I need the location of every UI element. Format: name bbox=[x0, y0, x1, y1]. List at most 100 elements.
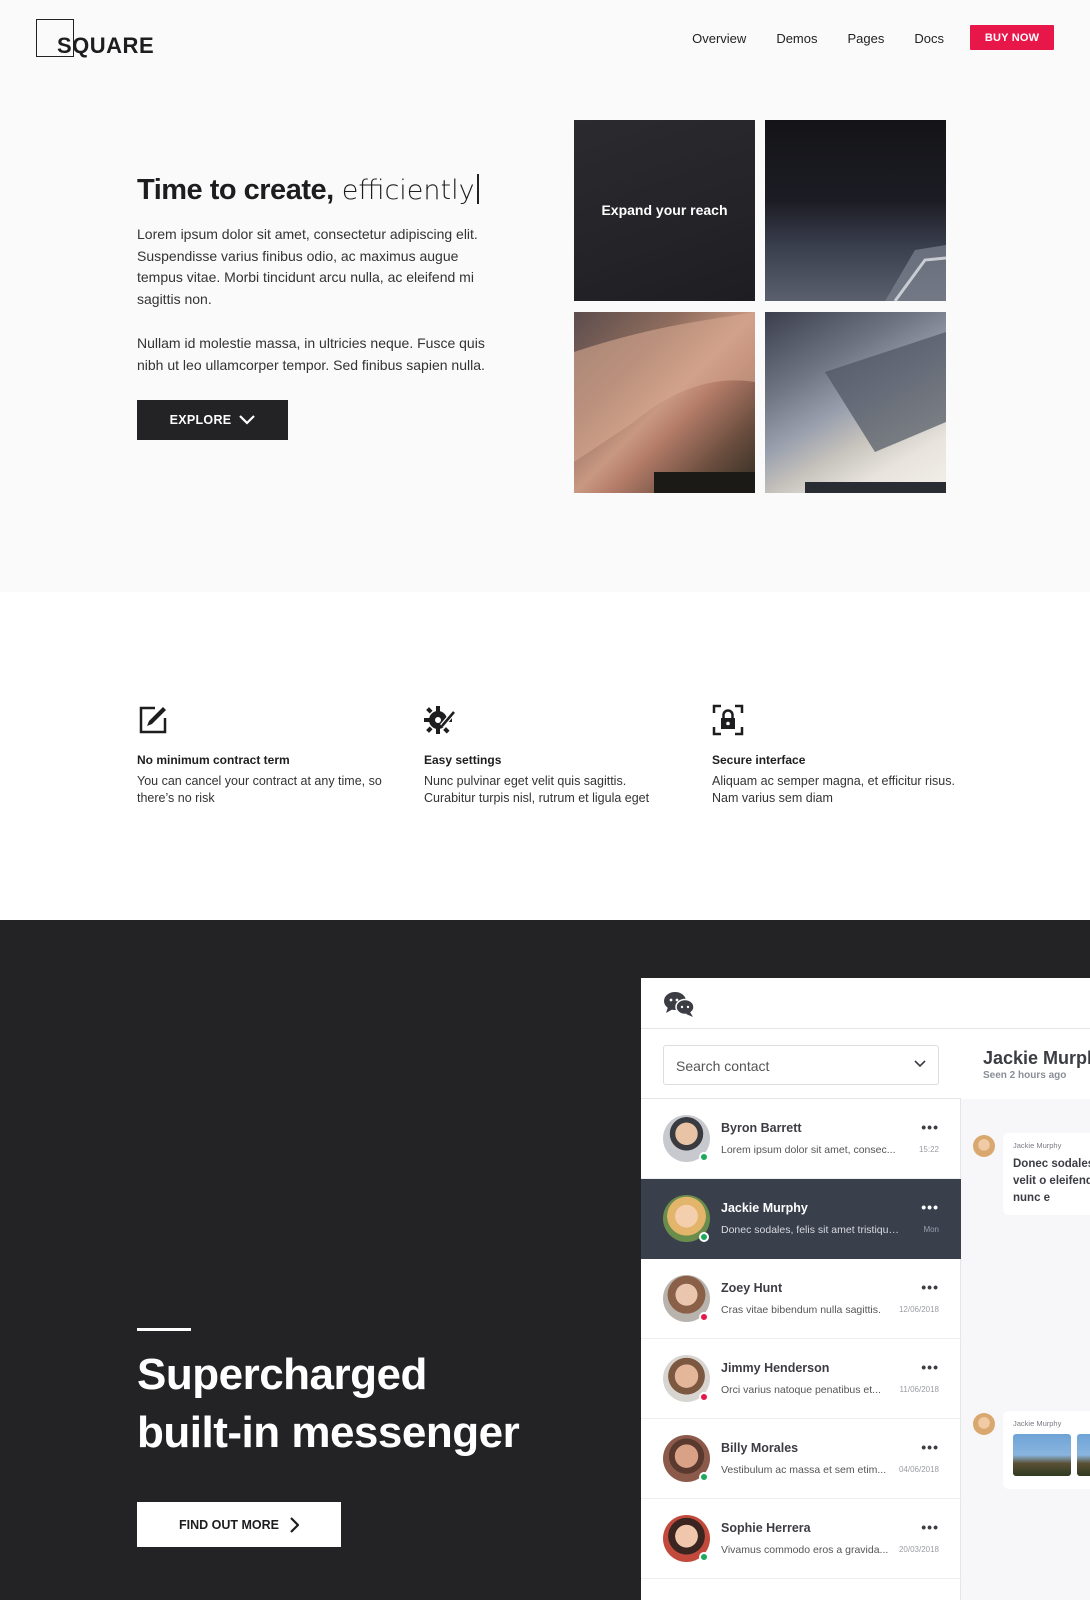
messenger-section-title: Supercharged built-in messenger bbox=[137, 1346, 597, 1462]
contact-name: Zoey Hunt bbox=[721, 1281, 783, 1295]
contact-preview: Orci varius natoque penatibus et... bbox=[721, 1384, 881, 1396]
chevron-down-icon bbox=[914, 1060, 926, 1068]
site-header: SQUARE Overview Demos Pages Docs BUY NOW bbox=[0, 0, 1090, 80]
contact-preview: Lorem ipsum dolor sit amet, consec... bbox=[721, 1144, 896, 1156]
more-options-icon[interactable]: ••• bbox=[921, 1439, 939, 1455]
chat-bubbles-icon bbox=[664, 992, 695, 1017]
feature-title: Secure interface bbox=[712, 753, 806, 767]
hero-title: Time to create, efficiently bbox=[137, 174, 479, 207]
contact-name: Jimmy Henderson bbox=[721, 1361, 830, 1375]
tile-caption: Expand your reach bbox=[601, 202, 728, 218]
main-nav: Overview Demos Pages Docs bbox=[692, 24, 944, 52]
more-options-icon[interactable]: ••• bbox=[921, 1359, 939, 1375]
find-out-more-button[interactable]: FIND OUT MORE bbox=[137, 1502, 341, 1547]
avatar bbox=[973, 1135, 995, 1157]
online-status-dot bbox=[699, 1552, 709, 1562]
search-placeholder: Search contact bbox=[676, 1058, 770, 1074]
chat-area: Jackie Murphy Donec sodales, velit o ele… bbox=[961, 1099, 1090, 1600]
active-chat-status: Seen 2 hours ago bbox=[983, 1070, 1067, 1081]
edit-icon bbox=[139, 706, 167, 734]
hero-tile-caption: Expand your reach bbox=[574, 120, 755, 301]
explore-button[interactable]: EXPLORE bbox=[137, 400, 288, 440]
hero-image-laptop-keyboard bbox=[765, 312, 946, 493]
messenger-section: Supercharged built-in messenger FIND OUT… bbox=[0, 920, 1090, 1600]
secure-lock-icon bbox=[712, 704, 744, 736]
contact-jimmy-henderson[interactable]: Jimmy Henderson Orci varius natoque pena… bbox=[641, 1339, 961, 1419]
contact-time: 11/06/2018 bbox=[899, 1385, 939, 1394]
search-contact-input[interactable]: Search contact bbox=[663, 1045, 939, 1085]
hero-image-laptop-dark bbox=[765, 120, 946, 301]
contact-name: Byron Barrett bbox=[721, 1121, 802, 1135]
feature-text: Nunc pulvinar eget velit quis sagittis. … bbox=[424, 774, 650, 805]
more-options-icon[interactable]: ••• bbox=[921, 1279, 939, 1295]
message-sender: Jackie Murphy bbox=[1013, 1141, 1062, 1150]
contact-jackie-murphy[interactable]: Jackie Murphy Donec sodales, felis sit a… bbox=[641, 1179, 961, 1259]
hero-paragraph-2: Nullam id molestie massa, in ultricies n… bbox=[137, 335, 485, 373]
contact-preview: Vivamus commodo eros a gravida... bbox=[721, 1544, 889, 1556]
contact-time: 04/06/2018 bbox=[898, 1465, 939, 1474]
contact-preview: Donec sodales, felis sit amet tristique.… bbox=[721, 1224, 899, 1236]
active-chat-header: Jackie Murphy Seen 2 hours ago bbox=[983, 1048, 1090, 1081]
avatar bbox=[973, 1413, 995, 1435]
offline-status-dot bbox=[699, 1392, 709, 1402]
hero-image-hand bbox=[574, 312, 755, 493]
contact-sophie-herrera[interactable]: Sophie Herrera Vivamus commodo eros a gr… bbox=[641, 1499, 961, 1579]
feature-title: No minimum contract term bbox=[137, 753, 290, 767]
message-bubble: Jackie Murphy Donec sodales, velit o ele… bbox=[1003, 1133, 1090, 1215]
feature-secure-interface: Secure interface Aliquam ac semper magna… bbox=[712, 704, 962, 807]
online-status-dot bbox=[699, 1152, 709, 1162]
active-chat-name: Jackie Murphy bbox=[983, 1048, 1090, 1068]
nav-pages[interactable]: Pages bbox=[848, 31, 885, 46]
chevron-down-icon bbox=[239, 415, 256, 425]
feature-text: Aliquam ac semper magna, et efficitur ri… bbox=[712, 774, 955, 805]
text-caret bbox=[476, 174, 479, 204]
contact-time: Mon bbox=[923, 1225, 939, 1234]
contact-name: Sophie Herrera bbox=[721, 1521, 811, 1535]
title-line-2: built-in messenger bbox=[137, 1408, 520, 1457]
feature-title: Easy settings bbox=[424, 753, 502, 767]
contact-preview: Cras vitae bibendum nulla sagittis. bbox=[721, 1304, 881, 1316]
contact-time: 15:22 bbox=[918, 1145, 939, 1154]
contact-zoey-hunt[interactable]: Zoey Hunt Cras vitae bibendum nulla sagi… bbox=[641, 1259, 961, 1339]
nav-demos[interactable]: Demos bbox=[776, 31, 817, 46]
offline-status-dot bbox=[699, 1312, 709, 1322]
buy-now-button[interactable]: BUY NOW bbox=[970, 25, 1054, 50]
more-options-icon[interactable]: ••• bbox=[921, 1519, 939, 1535]
settings-icon bbox=[424, 706, 456, 734]
keyboard-photo bbox=[805, 332, 946, 493]
feature-easy-settings: Easy settings Nunc pulvinar eget velit q… bbox=[424, 704, 674, 807]
messenger-preview: Search contact Jackie Murphy Seen 2 hour… bbox=[641, 978, 1090, 1600]
more-options-icon[interactable]: ••• bbox=[921, 1199, 939, 1215]
contact-name: Billy Morales bbox=[721, 1441, 799, 1455]
contact-byron-barrett[interactable]: Byron Barrett Lorem ipsum dolor sit amet… bbox=[641, 1099, 961, 1179]
chevron-right-icon bbox=[290, 1516, 299, 1533]
nav-overview[interactable]: Overview bbox=[692, 31, 746, 46]
image-attachment[interactable] bbox=[1077, 1434, 1090, 1476]
message-text: Donec sodales, velit o eleifend nunc e bbox=[1013, 1158, 1090, 1204]
contact-time: 20/03/2018 bbox=[898, 1545, 939, 1554]
online-status-dot bbox=[699, 1232, 709, 1242]
hand-photo bbox=[574, 312, 755, 493]
hero-paragraph-1: Lorem ipsum dolor sit amet, consectetur … bbox=[137, 226, 478, 307]
features-section: No minimum contract term You can cancel … bbox=[0, 592, 1090, 920]
contact-time: 12/06/2018 bbox=[898, 1305, 939, 1314]
messenger-topbar bbox=[641, 978, 1090, 1029]
section-divider bbox=[137, 1328, 191, 1331]
contact-preview: Vestibulum ac massa et sem etim... bbox=[721, 1464, 887, 1476]
logo-text: SQUARE bbox=[57, 33, 155, 58]
more-options-icon[interactable]: ••• bbox=[921, 1119, 939, 1135]
image-attachment[interactable] bbox=[1013, 1434, 1071, 1476]
message-sender: Jackie Murphy bbox=[1013, 1419, 1062, 1428]
feature-text: You can cancel your contract at any time… bbox=[137, 774, 382, 805]
explore-label: EXPLORE bbox=[169, 413, 232, 427]
hero-title-light: efficiently bbox=[341, 175, 475, 206]
contact-name: Jackie Murphy bbox=[721, 1201, 808, 1215]
contact-billy-morales[interactable]: Billy Morales Vestibulum ac massa et sem… bbox=[641, 1419, 961, 1499]
hero-title-bold: Time to create, bbox=[137, 174, 334, 206]
title-line-1: Supercharged bbox=[137, 1350, 427, 1399]
nav-docs[interactable]: Docs bbox=[914, 31, 944, 46]
online-status-dot bbox=[699, 1472, 709, 1482]
feature-no-contract: No minimum contract term You can cancel … bbox=[137, 704, 387, 807]
laptop-photo bbox=[885, 245, 946, 301]
logo[interactable]: SQUARE bbox=[36, 19, 166, 59]
